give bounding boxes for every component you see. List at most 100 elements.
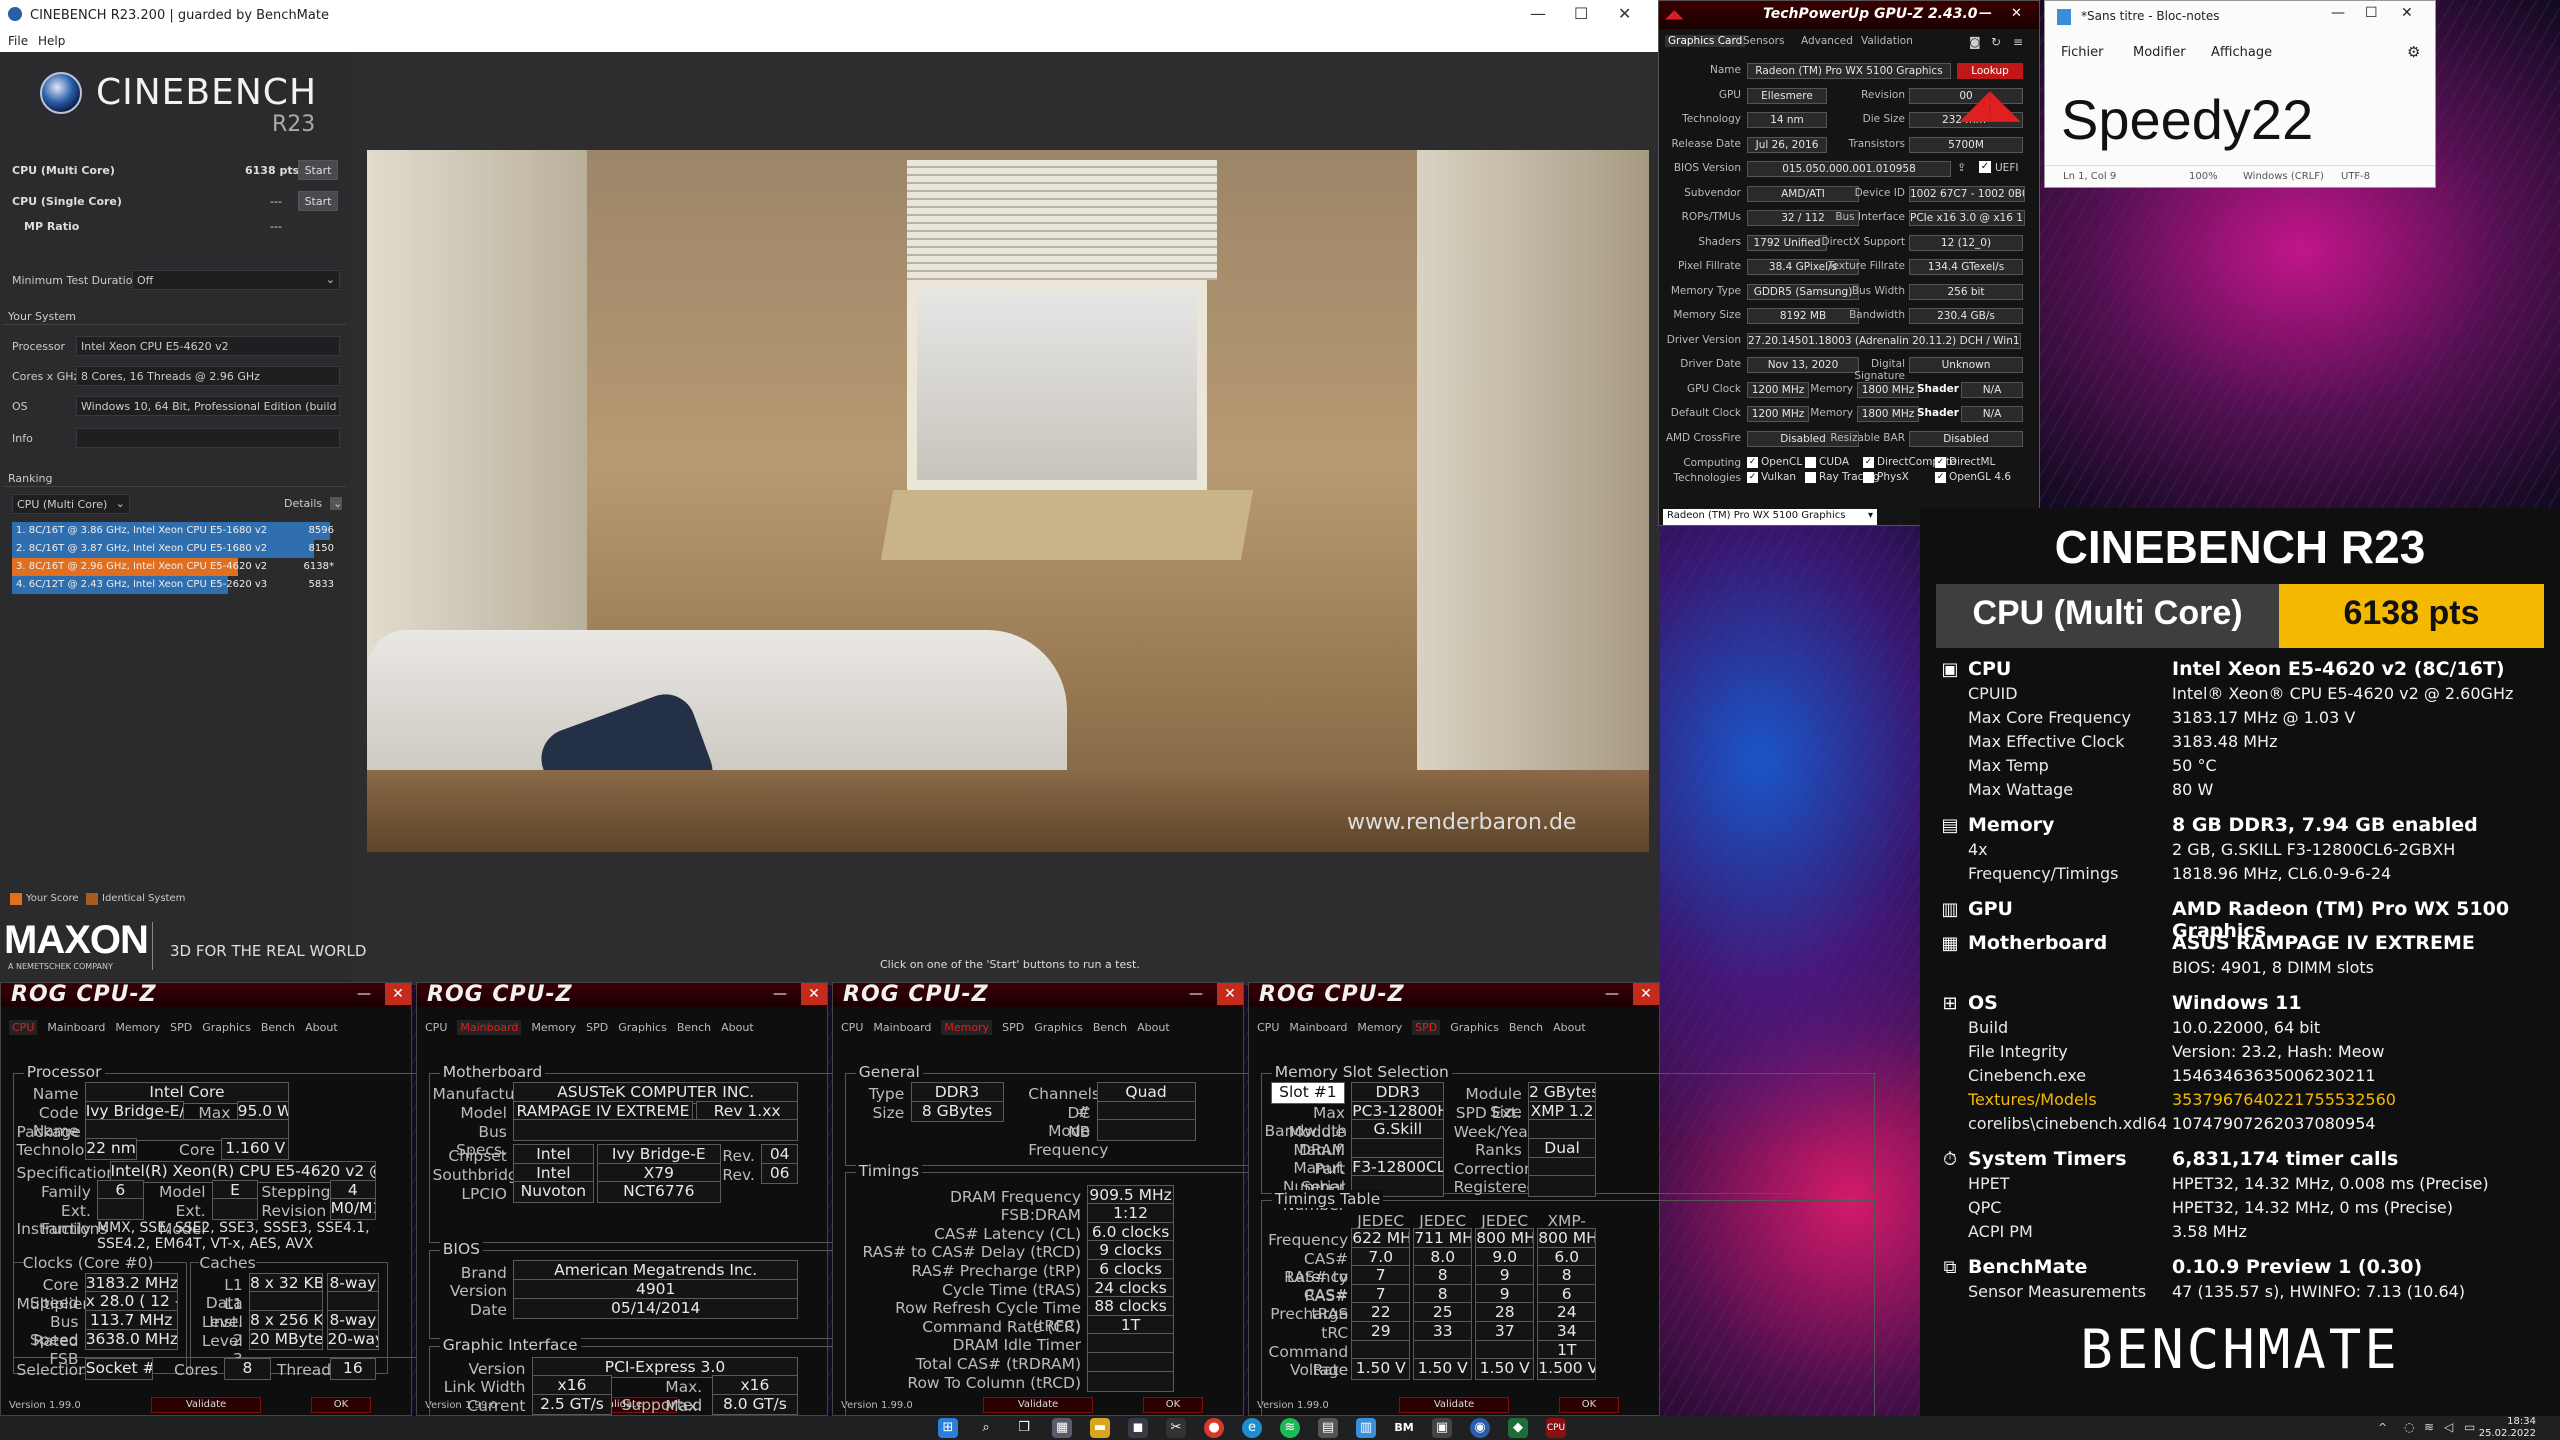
tab-about[interactable]: About xyxy=(305,1021,338,1034)
menu-modifier[interactable]: Modifier xyxy=(2133,45,2186,60)
store-icon[interactable]: ◼ xyxy=(1128,1418,1148,1438)
file-explorer-icon[interactable]: ▬ xyxy=(1090,1418,1110,1438)
menu-affichage[interactable]: Affichage xyxy=(2211,45,2272,60)
gpuz-tab-2[interactable]: Advanced xyxy=(1801,35,1853,47)
app-task-icon[interactable]: ◆ xyxy=(1508,1418,1528,1438)
min-test-select[interactable]: Off ⌄ xyxy=(132,270,340,290)
tab-graphics[interactable]: Graphics xyxy=(618,1021,667,1034)
tab-mainboard[interactable]: Mainboard xyxy=(873,1021,931,1034)
chrome-icon[interactable]: ● xyxy=(1204,1418,1224,1438)
tech-checkbox[interactable] xyxy=(1805,472,1816,483)
gpuz-tab-3[interactable]: Validation xyxy=(1861,35,1913,47)
start-windows-icon[interactable]: ⊞ xyxy=(938,1418,958,1438)
tab-graphics[interactable]: Graphics xyxy=(202,1021,251,1034)
tab-cpu[interactable]: CPU xyxy=(9,1020,38,1035)
tab-bench[interactable]: Bench xyxy=(677,1021,711,1034)
close-button[interactable]: ✕ xyxy=(1633,983,1659,1005)
tab-spd[interactable]: SPD xyxy=(1412,1020,1441,1035)
tab-spd[interactable]: SPD xyxy=(170,1021,192,1034)
minimize-button[interactable]: — xyxy=(1605,986,1619,1002)
menu-icon[interactable]: ≡ xyxy=(2013,35,2023,49)
maximize-button[interactable]: ☐ xyxy=(1574,4,1588,23)
menu-fichier[interactable]: Fichier xyxy=(2061,45,2104,60)
tray-network-icon[interactable]: ◌ xyxy=(2404,1420,2414,1434)
clock-date[interactable]: 25.02.2022 xyxy=(2470,1428,2536,1439)
menu-file[interactable]: File xyxy=(8,34,28,48)
tray-wifi-icon[interactable]: ≋ xyxy=(2424,1420,2434,1434)
tab-bench[interactable]: Bench xyxy=(1093,1021,1127,1034)
tab-memory[interactable]: Memory xyxy=(115,1021,160,1034)
notepad-content[interactable]: Speedy22 xyxy=(2061,87,2313,152)
clock-time[interactable]: 18:34 xyxy=(2496,1416,2536,1427)
tab-spd[interactable]: SPD xyxy=(1002,1021,1024,1034)
tech-checkbox[interactable] xyxy=(1863,472,1874,483)
camera-icon[interactable]: ◙ xyxy=(1969,35,1981,49)
minimize-button[interactable]: — xyxy=(2331,5,2345,21)
tray-chevron-icon[interactable]: ^ xyxy=(2378,1421,2387,1434)
snipping-icon[interactable]: ✂ xyxy=(1166,1418,1186,1438)
close-button[interactable]: ✕ xyxy=(2401,5,2413,21)
tab-memory[interactable]: Memory xyxy=(941,1020,993,1035)
close-button[interactable]: ✕ xyxy=(1217,983,1243,1005)
task-view-icon[interactable]: ❐ xyxy=(1014,1418,1034,1438)
search-icon[interactable]: ⌕ xyxy=(976,1418,996,1438)
tab-cpu[interactable]: CPU xyxy=(1257,1021,1279,1034)
info-field[interactable] xyxy=(76,428,340,448)
cpuz-task-icon[interactable]: CPU xyxy=(1546,1418,1566,1438)
ranking-row[interactable]: 3. 8C/16T @ 2.96 GHz, Intel Xeon CPU E5-… xyxy=(12,558,340,576)
benchmate-task-icon[interactable]: BM xyxy=(1394,1418,1414,1438)
gpu-select[interactable]: Radeon (TM) Pro WX 5100 Graphics ▾ xyxy=(1663,509,1877,525)
tab-mainboard[interactable]: Mainboard xyxy=(1289,1021,1347,1034)
close-button[interactable]: ✕ xyxy=(385,983,411,1005)
tab-bench[interactable]: Bench xyxy=(1509,1021,1543,1034)
gpuz-task-icon[interactable]: ▣ xyxy=(1432,1418,1452,1438)
menu-help[interactable]: Help xyxy=(38,34,65,48)
minimize-button[interactable]: — xyxy=(1189,986,1203,1002)
tab-cpu[interactable]: CPU xyxy=(841,1021,863,1034)
ranking-row[interactable]: 4. 6C/12T @ 2.43 GHz, Intel Xeon CPU E5-… xyxy=(12,576,340,594)
computing-checkbox[interactable]: ✓ xyxy=(1747,457,1758,468)
minimize-button[interactable]: — xyxy=(1979,6,1992,21)
ranking-row[interactable]: 2. 8C/16T @ 3.87 GHz, Intel Xeon CPU E5-… xyxy=(12,540,340,558)
minimize-button[interactable]: — xyxy=(1530,4,1546,23)
slot-select[interactable]: Slot #1 xyxy=(1270,1082,1346,1104)
gpuz-tab-0[interactable]: Graphics Card xyxy=(1665,35,1746,47)
notepad-task-icon[interactable]: ▥ xyxy=(1356,1418,1376,1438)
tech-checkbox[interactable]: ✓ xyxy=(1935,472,1946,483)
minimize-button[interactable]: — xyxy=(357,986,371,1002)
spotify-icon[interactable]: ≋ xyxy=(1280,1418,1300,1438)
settings-gear-icon[interactable]: ⚙ xyxy=(2407,43,2420,61)
close-button[interactable]: ✕ xyxy=(801,983,827,1005)
tab-spd[interactable]: SPD xyxy=(586,1021,608,1034)
ok-button[interactable]: OK xyxy=(311,1397,371,1413)
tab-memory[interactable]: Memory xyxy=(1357,1021,1402,1034)
close-button[interactable]: ✕ xyxy=(2011,6,2022,21)
tab-graphics[interactable]: Graphics xyxy=(1450,1021,1499,1034)
tab-about[interactable]: About xyxy=(1137,1021,1170,1034)
tab-graphics[interactable]: Graphics xyxy=(1034,1021,1083,1034)
edge-icon[interactable]: e xyxy=(1242,1418,1262,1438)
details-button[interactable]: Details ⌄ xyxy=(280,494,342,514)
uefi-checkbox[interactable]: ✓ xyxy=(1979,161,1991,173)
tab-mainboard[interactable]: Mainboard xyxy=(47,1021,105,1034)
lookup-button[interactable]: Lookup xyxy=(1957,63,2023,79)
computing-checkbox[interactable]: ✓ xyxy=(1863,457,1874,468)
close-button[interactable]: ✕ xyxy=(1618,4,1631,23)
tab-bench[interactable]: Bench xyxy=(261,1021,295,1034)
calculator-icon[interactable]: ▤ xyxy=(1318,1418,1338,1438)
gpuz-tab-1[interactable]: Sensors xyxy=(1743,35,1784,47)
cinebench-task-icon[interactable]: ◉ xyxy=(1470,1418,1490,1438)
ranking-select[interactable]: CPU (Multi Core) ⌄ xyxy=(12,494,130,514)
tab-cpu[interactable]: CPU xyxy=(425,1021,447,1034)
refresh-icon[interactable]: ↻ xyxy=(1991,35,2001,49)
share-icon[interactable]: ⇪ xyxy=(1957,161,1966,174)
tab-memory[interactable]: Memory xyxy=(531,1021,576,1034)
tab-mainboard[interactable]: Mainboard xyxy=(457,1020,522,1035)
ranking-row[interactable]: 1. 8C/16T @ 3.86 GHz, Intel Xeon CPU E5-… xyxy=(12,522,340,540)
computing-checkbox[interactable] xyxy=(1805,457,1816,468)
tab-about[interactable]: About xyxy=(721,1021,754,1034)
start-multi-button[interactable]: Start xyxy=(298,160,338,180)
computing-checkbox[interactable]: ✓ xyxy=(1935,457,1946,468)
maximize-button[interactable]: ☐ xyxy=(2365,5,2378,21)
tech-checkbox[interactable]: ✓ xyxy=(1747,472,1758,483)
